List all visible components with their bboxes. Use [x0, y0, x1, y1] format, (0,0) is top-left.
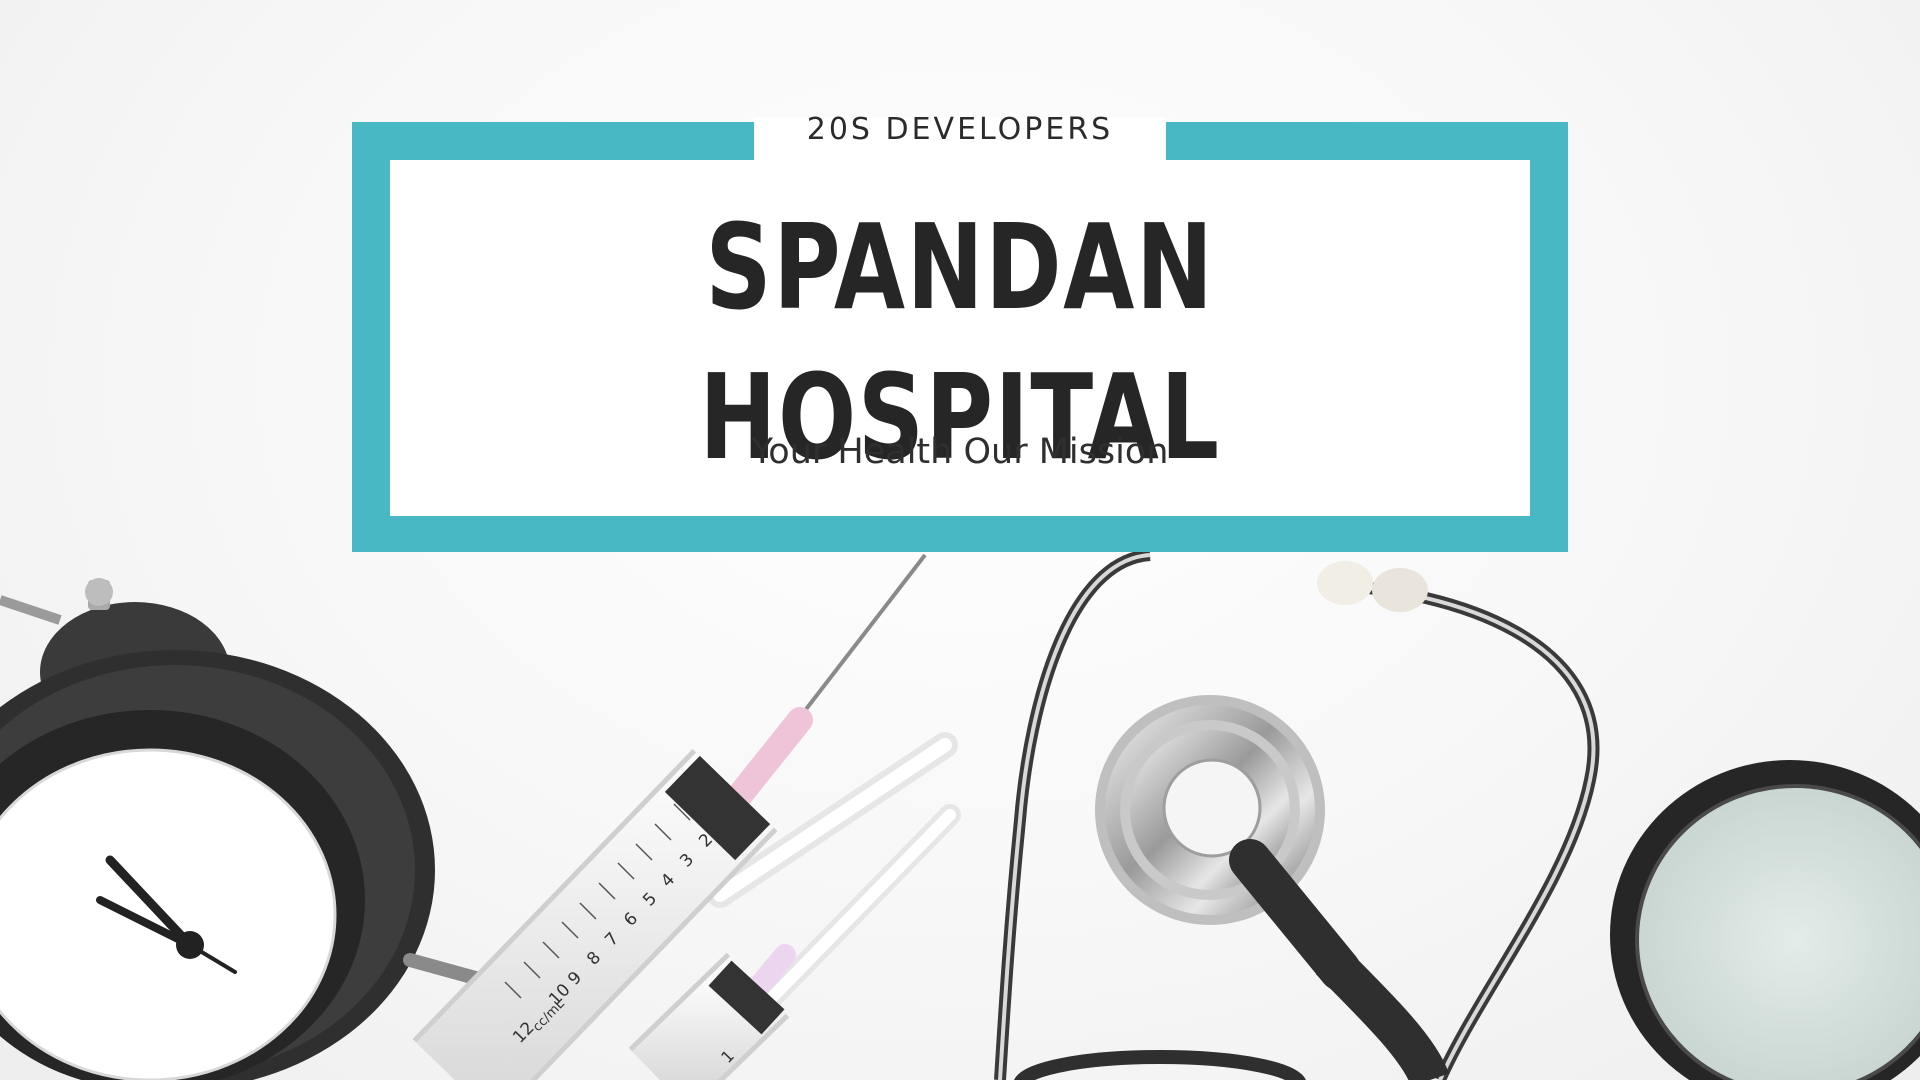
hero-slide: 2 3 4 5 6 7 8 9 10 12 cc/mL 1 20S DEVELO…: [0, 0, 1920, 1080]
tagline: Your Health Our Mission: [751, 432, 1169, 472]
magnifying-glass-icon: [1610, 760, 1920, 1080]
small-syringe-icon: 1: [628, 944, 796, 1080]
stethoscope-icon: [994, 549, 1600, 1080]
company-name: 20S DEVELOPERS: [806, 112, 1114, 147]
alarm-clock-icon: [0, 578, 497, 1080]
